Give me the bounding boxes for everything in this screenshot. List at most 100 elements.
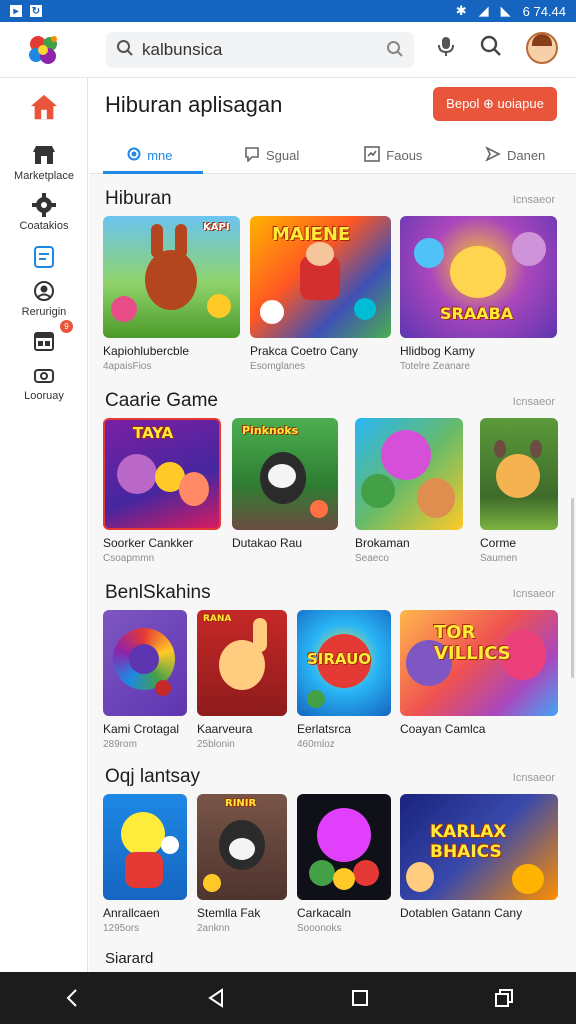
app-subtitle: 1295ors bbox=[103, 923, 140, 934]
home-triangle-icon[interactable] bbox=[196, 978, 236, 1018]
app-thumbnail: Pinknoks bbox=[232, 418, 338, 530]
account-icon bbox=[29, 276, 59, 306]
app-subtitle: 2anknn bbox=[197, 923, 230, 934]
sidebar-item-label: Looruay bbox=[24, 390, 64, 402]
notification-icon: ▸ bbox=[10, 5, 22, 17]
search-submit-icon[interactable] bbox=[386, 40, 404, 63]
tab-label: mne bbox=[147, 147, 173, 163]
sidebar-item-account[interactable]: Rerurigin bbox=[0, 276, 88, 318]
app-subtitle: 289rom bbox=[103, 739, 137, 750]
app-card[interactable]: TAYA Soorker Cankker Csoapmmn bbox=[103, 418, 221, 564]
system-navigation-bar bbox=[0, 972, 576, 1024]
see-all-link[interactable]: Icnsaeor bbox=[513, 772, 555, 784]
thumbnail-art-text: Pinknoks bbox=[242, 424, 299, 437]
tab-mne[interactable]: mne bbox=[89, 136, 211, 174]
back-icon[interactable] bbox=[52, 978, 92, 1018]
search-input[interactable] bbox=[142, 40, 372, 60]
sidebar-item-calendar[interactable]: 9 bbox=[0, 320, 88, 356]
home-icon bbox=[29, 92, 59, 122]
section-caarie-game: Caarie Game Icnsaeor TAYA Soorker Cankke… bbox=[89, 390, 576, 566]
section-title: Caarie Game bbox=[105, 390, 218, 411]
app-card[interactable]: KARLAX BHAICS Dotablen Gatann Cany bbox=[400, 794, 558, 923]
app-card[interactable]: Brokaman Seaeco bbox=[355, 418, 463, 564]
app-thumbnail bbox=[355, 418, 463, 530]
app-title: Hlidbog Kamy bbox=[400, 344, 475, 358]
app-card[interactable]: MAIENE Prakca Coetro Cany Esomglanes bbox=[250, 216, 391, 372]
app-thumbnail: TOR VILLICS bbox=[400, 610, 558, 716]
app-card[interactable]: SIRAUO Eerlatsrca 460mloz bbox=[297, 610, 391, 750]
sidebar: Marketplace Coatakios Rerurigin 9 Loorua… bbox=[0, 78, 88, 972]
see-all-link[interactable]: Icnsaeor bbox=[513, 588, 555, 600]
see-all-link[interactable]: Icnsaeor bbox=[513, 194, 555, 206]
sidebar-item-documents[interactable] bbox=[0, 242, 88, 272]
search-bar[interactable] bbox=[106, 32, 414, 68]
app-card[interactable]: Pinknoks Dutakao Rau bbox=[232, 418, 338, 553]
app-thumbnail: RINIR bbox=[197, 794, 287, 900]
app-card[interactable]: KAPI Kapiohlubercble 4apaisFios bbox=[103, 216, 240, 372]
app-title: Corme bbox=[480, 536, 517, 550]
send-icon bbox=[485, 145, 501, 165]
app-thumbnail: SRAABA bbox=[400, 216, 557, 338]
sidebar-item-label: Coatakios bbox=[19, 220, 69, 232]
search-icon[interactable] bbox=[480, 35, 502, 62]
chat-icon bbox=[244, 146, 260, 165]
app-thumbnail: SIRAUO bbox=[297, 610, 391, 716]
sidebar-item-camera[interactable]: Looruay bbox=[0, 360, 88, 402]
thumbnail-art-text: SIRAUO bbox=[307, 650, 372, 668]
sidebar-item-marketplace[interactable]: Marketplace bbox=[0, 140, 88, 182]
page-title: Hiburan aplisagan bbox=[105, 92, 283, 117]
app-thumbnail bbox=[103, 610, 187, 716]
app-title: Carkacaln bbox=[297, 906, 352, 920]
tab-faous[interactable]: Faous bbox=[333, 136, 455, 174]
app-subtitle: 4apaisFios bbox=[103, 361, 152, 372]
app-title: Kami Crotagal bbox=[103, 722, 180, 736]
notification-badge: 9 bbox=[60, 320, 73, 333]
camera-icon bbox=[29, 360, 59, 390]
app-subtitle: Sooonoks bbox=[297, 923, 342, 934]
content-scroll-area[interactable]: Hiburan Icnsaeor KAPI Kapiohlubercble 4a… bbox=[89, 176, 576, 972]
app-card[interactable]: Kami Crotagal 289rom bbox=[103, 610, 187, 750]
section-siarard: Siarard bbox=[89, 950, 576, 972]
tab-bar: mne Sgual Faous Danen bbox=[89, 136, 576, 174]
tab-danen[interactable]: Danen bbox=[454, 136, 576, 174]
app-card[interactable]: TOR VILLICS Coayan Camlca bbox=[400, 610, 558, 739]
app-card[interactable]: SRAABA Hlidbog Kamy Totelre Zeanare bbox=[400, 216, 557, 372]
bluetooth-icon: ✱ bbox=[455, 3, 467, 18]
store-icon bbox=[29, 140, 59, 170]
app-card[interactable]: RINIR Stemlla Fak 2anknn bbox=[197, 794, 287, 934]
sidebar-item-settings[interactable]: Coatakios bbox=[0, 190, 88, 232]
app-logo[interactable] bbox=[24, 30, 64, 70]
scrollbar[interactable] bbox=[571, 498, 574, 678]
app-thumbnail: RANA bbox=[197, 610, 287, 716]
app-card[interactable]: Carkacaln Sooonoks bbox=[297, 794, 391, 934]
app-subtitle: 25blonin bbox=[197, 739, 235, 750]
microphone-icon[interactable] bbox=[436, 35, 456, 62]
section-title: Oqj lantsay bbox=[105, 766, 201, 787]
app-title: Coayan Camlca bbox=[400, 722, 486, 736]
tab-label: Sgual bbox=[266, 147, 300, 163]
avatar[interactable] bbox=[526, 32, 558, 64]
thumbnail-art-text: RINIR bbox=[225, 798, 257, 809]
app-card[interactable]: Corme Saumen bbox=[480, 418, 558, 564]
primary-action-button[interactable]: Bepol ⊕ uoiapue bbox=[433, 87, 557, 121]
section-oqj-lantsay: Oqj lantsay Icnsaeor Anrallcaen 1295ors … bbox=[89, 766, 576, 942]
app-thumbnail bbox=[480, 418, 558, 530]
status-bar: ▸ ↻ ✱ ◢ ◣ 6 74.44 bbox=[0, 0, 576, 22]
app-title: Kaarveura bbox=[197, 722, 253, 736]
sidebar-item-home[interactable] bbox=[0, 92, 88, 122]
app-title: Soorker Cankker bbox=[103, 536, 194, 550]
section-title: Hiburan bbox=[105, 188, 172, 209]
radio-icon bbox=[127, 147, 141, 164]
overview-square-icon[interactable] bbox=[340, 978, 380, 1018]
section-hiburan: Hiburan Icnsaeor KAPI Kapiohlubercble 4a… bbox=[89, 188, 576, 378]
see-all-link[interactable]: Icnsaeor bbox=[513, 396, 555, 408]
app-card[interactable]: RANA Kaarveura 25blonin bbox=[197, 610, 287, 750]
app-card[interactable]: Anrallcaen 1295ors bbox=[103, 794, 187, 934]
section-title: BenlSkahins bbox=[105, 582, 211, 603]
app-subtitle: Seaeco bbox=[355, 553, 389, 564]
tab-label: Danen bbox=[506, 147, 546, 163]
main-content: Hiburan aplisagan Bepol ⊕ uoiapue mne Sg… bbox=[89, 78, 576, 972]
tab-sgual[interactable]: Sgual bbox=[211, 136, 333, 174]
recent-apps-icon[interactable] bbox=[484, 978, 524, 1018]
thumbnail-art-text: TAYA bbox=[133, 424, 174, 442]
